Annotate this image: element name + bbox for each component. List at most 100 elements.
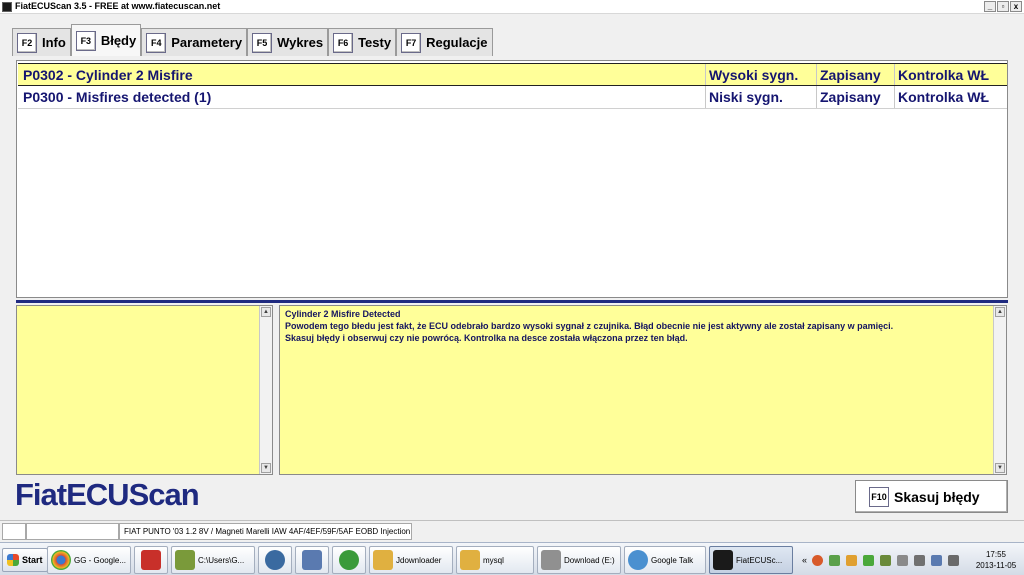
clear-errors-button[interactable]: F10 Skasuj błędy: [855, 480, 1008, 513]
tab-label: Wykres: [277, 35, 324, 50]
tab-parametery[interactable]: F4 Parametery: [141, 28, 248, 56]
start-label: Start: [22, 555, 43, 565]
taskbar-item-explorer-cmd[interactable]: C:\Users\G...: [171, 546, 255, 574]
close-button[interactable]: x: [1010, 1, 1022, 12]
chat-icon[interactable]: [948, 554, 959, 566]
restore-button[interactable]: ▫: [997, 1, 1009, 12]
description-line: Skasuj błędy i obserwuj czy nie powrócą.…: [285, 333, 688, 343]
window-title: FiatECUScan 3.5 - FREE at www.fiatecusca…: [15, 1, 221, 11]
tab-label: Błędy: [100, 33, 137, 48]
f6-key-icon: F6: [333, 32, 354, 53]
status-cell: [26, 523, 119, 540]
chrome-icon: [51, 550, 71, 570]
security-icon[interactable]: [829, 554, 840, 566]
taskbar-label: FiatECUSc...: [736, 555, 783, 565]
scroll-up-icon[interactable]: ▲: [261, 307, 271, 317]
scroll-up-icon[interactable]: ▲: [995, 307, 1005, 317]
error-list: P0302 - Cylinder 2 Misfire Wysoki sygn. …: [16, 60, 1008, 298]
scroll-down-icon[interactable]: ▼: [261, 463, 271, 473]
taskbar-item-hs[interactable]: [332, 546, 366, 574]
clock-time: 17:55: [985, 550, 1007, 559]
taskbar-label: GG - Google...: [74, 555, 127, 565]
error-stored-status: Zapisany: [817, 64, 895, 85]
window-controls: _ ▫ x: [984, 1, 1022, 12]
tab-bledy[interactable]: F3 Błędy: [70, 24, 142, 56]
error-description: Cylinder 2 Misfire Detected Powodem tego…: [285, 308, 990, 344]
volume-icon[interactable]: [897, 554, 908, 566]
minimize-button[interactable]: _: [984, 1, 996, 12]
error-code: P0302 - Cylinder 2 Misfire: [18, 64, 706, 85]
network-icon: [302, 550, 322, 570]
right-scrollbar[interactable]: ▲ ▼: [993, 306, 1006, 474]
clock[interactable]: 17:55 2013-11-05: [968, 549, 1024, 571]
taskbar-item-network[interactable]: [295, 546, 329, 574]
status-cell: [2, 523, 26, 540]
freeze-frame-panel: ▲ ▼: [16, 305, 273, 475]
gtalk-icon: [628, 550, 648, 570]
taskbar-item-download-drive[interactable]: Download (E:): [537, 546, 621, 574]
taskbar-label: mysql: [483, 555, 504, 565]
f3-key-icon: F3: [75, 30, 96, 51]
error-signal-level: Wysoki sygn.: [706, 64, 817, 85]
folder-icon: [373, 550, 393, 570]
left-scrollbar[interactable]: ▲ ▼: [259, 306, 272, 474]
error-row[interactable]: P0300 - Misfires detected (1) Niski sygn…: [18, 86, 1007, 109]
battery-icon[interactable]: [880, 554, 891, 566]
error-signal-level: Niski sygn.: [706, 86, 817, 108]
taskbar-item-thunderbird[interactable]: [258, 546, 292, 574]
taskbar-item-fiatecuscan[interactable]: FiatECUSc...: [709, 546, 793, 574]
taskbar-item-mysql[interactable]: mysql: [456, 546, 534, 574]
tab-label: Info: [42, 35, 66, 50]
panel-divider: [16, 300, 1008, 303]
start-button[interactable]: Start: [2, 548, 48, 572]
fiatecuscan-icon: [713, 550, 733, 570]
usb-icon[interactable]: [914, 554, 925, 566]
tab-testy[interactable]: F6 Testy: [328, 28, 397, 56]
taskbar-item-chrome[interactable]: GG - Google...: [47, 546, 131, 574]
tab-label: Testy: [358, 35, 392, 50]
taskbar-item-jdownloader[interactable]: Jdownloader: [369, 546, 453, 574]
hs-icon: [339, 550, 359, 570]
tab-label: Parametery: [171, 35, 243, 50]
system-tray: « 17:55 2013-11-05: [802, 545, 1024, 575]
description-title: Cylinder 2 Misfire Detected: [285, 309, 401, 319]
taskbar-label: Google Talk: [651, 555, 694, 565]
display-icon[interactable]: [931, 554, 942, 566]
clear-errors-label: Skasuj błędy: [894, 488, 980, 505]
tab-regulacje[interactable]: F7 Regulacje: [396, 28, 493, 56]
f7-key-icon: F7: [401, 32, 422, 53]
f5-key-icon: F5: [252, 32, 273, 53]
tab-bar: F2 Info F3 Błędy F4 Parametery F5 Wykres…: [12, 24, 493, 56]
taskbar: Start GG - Google... C:\Users\G... Jdown…: [0, 542, 1024, 575]
scroll-down-icon[interactable]: ▼: [995, 463, 1005, 473]
taskbar-label: Download (E:): [564, 555, 615, 565]
network-status-icon[interactable]: [863, 554, 874, 566]
clock-date: 2013-11-05: [975, 561, 1017, 570]
cmd-icon: [175, 550, 195, 570]
app-icon: [2, 2, 12, 12]
alert-icon[interactable]: [812, 554, 823, 566]
error-stored-status: Zapisany: [817, 86, 895, 108]
taskbar-item-google-talk[interactable]: Google Talk: [624, 546, 706, 574]
taskbar-item-filezilla[interactable]: [134, 546, 168, 574]
taskbar-label: Jdownloader: [396, 555, 442, 565]
tab-wykres[interactable]: F5 Wykres: [247, 28, 329, 56]
folder-icon: [460, 550, 480, 570]
error-code: P0300 - Misfires detected (1): [18, 86, 706, 108]
error-mil-status: Kontrolka WŁ: [898, 66, 989, 83]
status-bar: FIAT PUNTO '03 1.2 8V / Magneti Marelli …: [0, 520, 1024, 542]
error-mil-status: Kontrolka WŁ: [898, 89, 989, 105]
description-line: Powodem tego błedu jest fakt, że ECU ode…: [285, 321, 894, 331]
title-bar: FiatECUScan 3.5 - FREE at www.fiatecusca…: [0, 0, 1024, 14]
app-logo: FiatECUScan: [15, 477, 200, 512]
error-row[interactable]: P0302 - Cylinder 2 Misfire Wysoki sygn. …: [18, 63, 1007, 86]
taskbar-label: C:\Users\G...: [198, 555, 245, 565]
error-description-panel: Cylinder 2 Misfire Detected Powodem tego…: [279, 305, 1007, 475]
thunderbird-icon: [265, 550, 285, 570]
f2-key-icon: F2: [17, 32, 37, 53]
power-icon[interactable]: [846, 554, 857, 566]
tab-info[interactable]: F2 Info: [12, 28, 71, 56]
show-hidden-icons-icon[interactable]: «: [802, 555, 807, 565]
drive-icon: [541, 550, 561, 570]
tab-label: Regulacje: [426, 35, 488, 50]
